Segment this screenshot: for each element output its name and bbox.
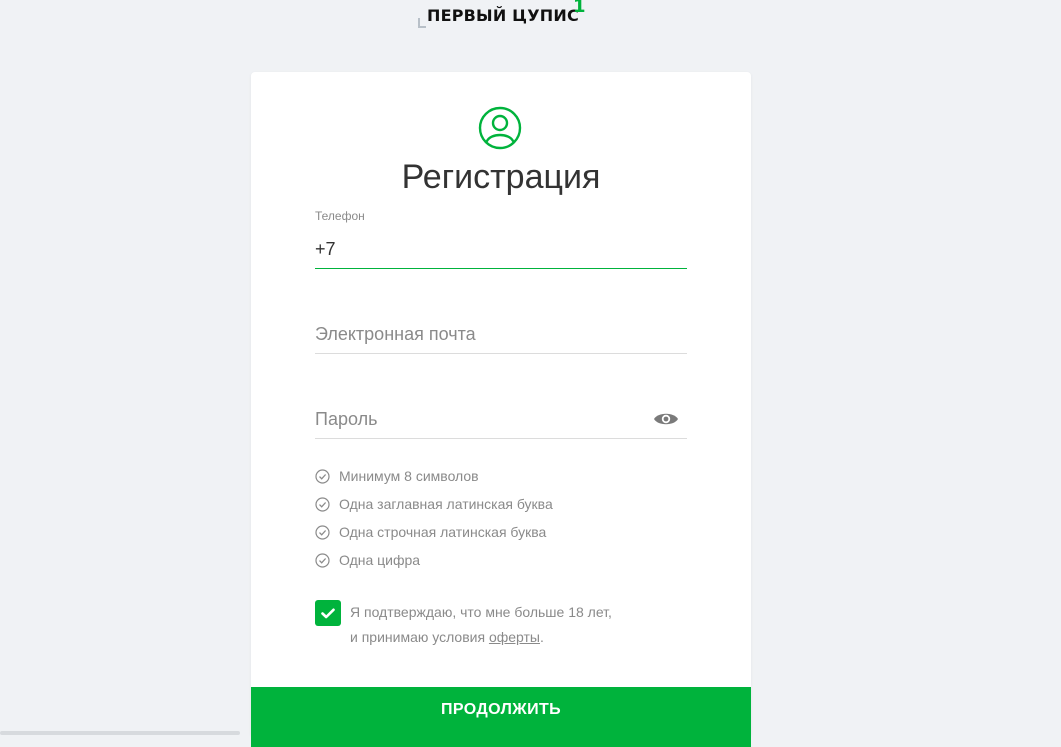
checkmark-icon [321,608,335,618]
email-field[interactable] [315,294,687,354]
phone-label: Телефон [315,209,365,223]
registration-card: Регистрация Телефон Минимум 8 символов [251,72,751,747]
rule-text: Одна строчная латинская буква [339,524,547,540]
continue-button[interactable]: ПРОДОЛЖИТЬ [251,687,751,747]
phone-field[interactable]: Телефон [315,209,687,269]
horizontal-scrollbar[interactable] [0,731,240,735]
logo-text: ПЕРВЫЙ ЦУПИС [427,6,579,25]
logo-corner-mark [418,18,426,28]
logo[interactable]: ПЕРВЫЙ ЦУПИС 1 [418,0,598,34]
agreement-line-2-prefix: и принимаю условия [350,629,489,645]
offer-link[interactable]: оферты [489,629,540,645]
eye-icon[interactable] [653,410,679,428]
password-input[interactable] [315,409,645,430]
logo-mark: 1 [573,0,586,17]
rule-text: Одна заглавная латинская буква [339,496,553,512]
agreement-text: Я подтверждаю, что мне больше 18 лет, и … [350,600,612,650]
email-input[interactable] [315,324,645,345]
check-circle-icon [315,468,330,484]
check-circle-icon [315,552,330,568]
list-item: Одна заглавная латинская буква [315,490,553,518]
phone-input[interactable] [315,239,645,260]
list-item: Одна цифра [315,546,553,574]
page-title: Регистрация [401,158,601,196]
password-field[interactable] [315,379,687,439]
password-rules: Минимум 8 символов Одна заглавная латинс… [315,462,553,574]
agreement-line-2: и принимаю условия оферты. [350,625,612,650]
agreement-line-2-suffix: . [539,629,544,645]
agreement-checkbox[interactable] [315,600,341,626]
rule-text: Одна цифра [339,552,421,568]
user-avatar-icon [478,106,522,150]
check-circle-icon [315,524,330,540]
check-circle-icon [315,496,330,512]
list-item: Одна строчная латинская буква [315,518,553,546]
list-item: Минимум 8 символов [315,462,553,490]
rule-text: Минимум 8 символов [339,468,479,484]
agreement-line-1: Я подтверждаю, что мне больше 18 лет, [350,604,612,620]
